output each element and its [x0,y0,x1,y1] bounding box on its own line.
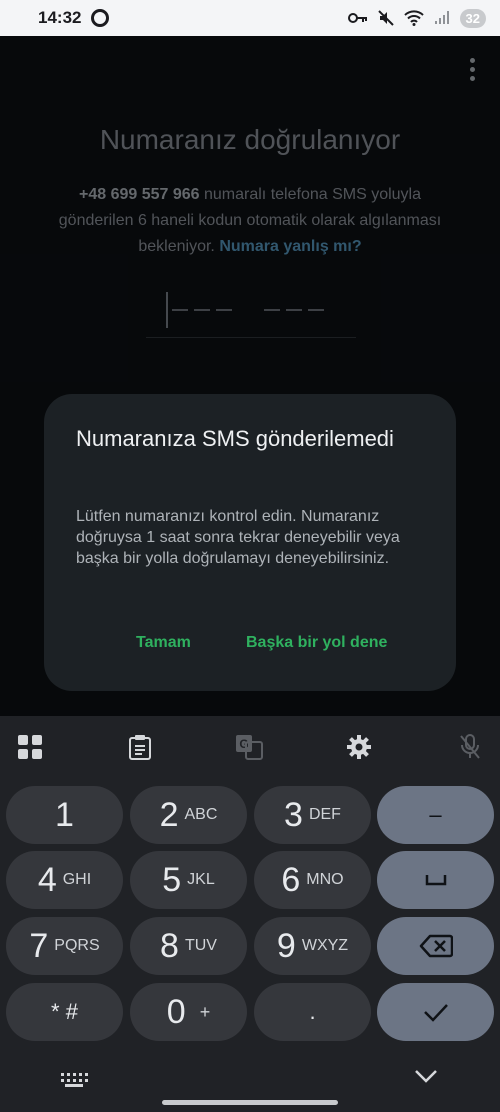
key-4[interactable]: 4 GHI [6,851,123,909]
settings-gear-icon[interactable] [344,732,374,762]
key-9[interactable]: 9 WXYZ [254,917,371,975]
minus-key[interactable]: – [377,786,494,844]
key-1[interactable]: 1 [6,786,123,844]
key-0[interactable]: 0 + [130,983,247,1041]
key-digit: 3 [284,795,303,834]
key-letters: WXYZ [301,937,349,954]
mic-off-icon[interactable] [455,732,485,762]
notification-icon [91,9,110,27]
space-icon [425,875,446,886]
minus-symbol: – [429,802,442,827]
key-digit: 9 [276,926,296,965]
check-icon [423,1004,448,1022]
key-plus: + [199,1001,211,1022]
key-digit: 0 [166,992,186,1031]
key-digit: 2 [159,795,179,834]
done-key[interactable] [377,983,494,1041]
key-letters: GHI [62,871,92,888]
key-digit: 5 [162,860,182,899]
key-symbols: . [309,999,316,1024]
battery-badge: 32 [459,8,486,28]
dialog-title: Numaranıza SMS gönderilemedi [76,426,394,451]
keyboard-switch-icon[interactable] [60,1072,88,1093]
ok-button[interactable]: Tamam [136,628,191,658]
backspace-icon [419,934,453,958]
gesture-nav-handle[interactable] [162,1100,338,1105]
keyboard-toolbar: G [0,716,500,778]
key-5[interactable]: 5 JKL [130,851,247,909]
status-time: 14:32 [38,8,82,27]
key-digit: 8 [160,926,179,965]
key-3[interactable]: 3 DEF [254,786,371,844]
key-letters: TUV [184,937,217,954]
key-8[interactable]: 8 TUV [130,917,247,975]
space-key[interactable] [377,851,494,909]
key-digit: 7 [29,926,49,965]
key-letters: PQRS [54,937,100,954]
mute-icon [377,10,394,26]
key-6[interactable]: 6 MNO [254,851,371,909]
key-period[interactable]: . [254,983,371,1041]
dialog-body: Lütfen numaranızı kontrol edin. Numaranı… [76,508,400,567]
try-another-way-button[interactable]: Başka bir yol dene [246,628,387,658]
key-symbols: * # [51,999,78,1024]
wifi-icon [403,10,424,26]
key-letters: MNO [306,871,344,888]
key-icon [347,13,367,23]
key-2[interactable]: 2 ABC [130,786,247,844]
hide-keyboard-icon[interactable] [414,1068,438,1089]
key-letters: ABC [184,806,218,823]
key-digit: 4 [37,860,57,899]
apps-grid-icon[interactable] [15,732,45,762]
key-digit: 1 [55,795,74,834]
clipboard-icon[interactable] [125,732,155,762]
sms-error-dialog: Numaranıza SMS gönderilemedi Lütfen numa… [44,394,456,691]
key-digit: 6 [281,860,301,899]
key-letters: DEF [308,806,341,823]
status-bar: 14:32 32 [0,0,500,36]
svg-text:G: G [239,737,248,751]
backspace-key[interactable] [377,917,494,975]
status-icons: 32 [347,8,486,28]
key-7[interactable]: 7 PQRS [6,917,123,975]
numeric-keyboard: G 1 2 ABC 3 DEF – 4 GHI 5 JKL 6 MNO 7 PQRS 8 TU… [0,716,500,1112]
key-letters: JKL [187,871,215,888]
key-star-hash[interactable]: * # [6,983,123,1041]
translate-icon[interactable]: G [234,732,264,762]
signal-icon [434,11,449,24]
